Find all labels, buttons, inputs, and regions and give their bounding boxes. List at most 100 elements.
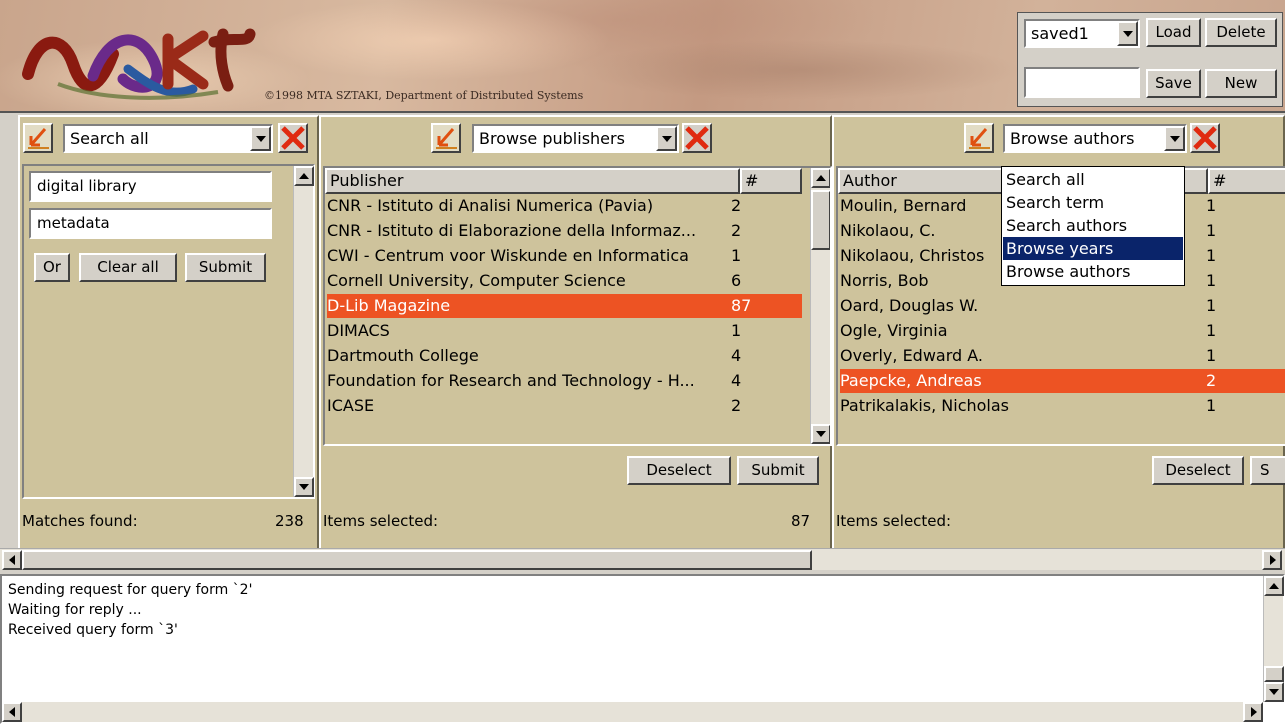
scroll-right-icon[interactable] — [1262, 550, 1282, 570]
chevron-down-icon[interactable] — [656, 126, 677, 151]
author-row[interactable]: Patrikalakis, Nicholas 1 — [840, 394, 1285, 418]
search-panel: Search all digital library metadata Or C… — [18, 115, 319, 569]
dropdown-option-search-term[interactable]: Search term — [1003, 191, 1183, 214]
banner: ©1998 MTA SZTAKI, Department of Distribu… — [0, 0, 1285, 113]
publisher-row[interactable]: CNR - Istituto di Elaborazione della Inf… — [327, 219, 802, 243]
scroll-up-icon[interactable] — [811, 168, 830, 188]
publisher-row[interactable]: ICASE 2 — [327, 394, 802, 418]
log-area[interactable]: Sending request for query form `2' Waiti… — [0, 574, 1285, 724]
scroll-down-icon[interactable] — [811, 424, 830, 444]
search-term-input-1[interactable]: digital library — [29, 171, 272, 202]
publisher-count: 87 — [731, 296, 752, 315]
log-horizontal-scrollbar[interactable] — [2, 702, 1263, 722]
author-count: 1 — [1206, 396, 1217, 415]
matches-label: Matches found: — [22, 512, 138, 530]
scroll-up-icon[interactable] — [1264, 576, 1284, 596]
load-button[interactable]: Load — [1146, 18, 1201, 47]
chevron-down-icon[interactable] — [1164, 126, 1185, 151]
author-count-header[interactable]: # — [1208, 168, 1285, 194]
dropdown-option-search-authors[interactable]: Search authors — [1003, 214, 1183, 237]
publisher-name: D-Lib Magazine — [327, 296, 451, 315]
publishers-panel: Browse publishers Publisher # CNR - Isti… — [319, 115, 832, 569]
or-button[interactable]: Or — [34, 253, 70, 282]
scroll-thumb[interactable] — [1264, 666, 1284, 682]
collapse-arrow-icon[interactable] — [23, 123, 53, 153]
collapse-arrow-icon[interactable] — [431, 123, 461, 153]
publisher-count-header[interactable]: # — [740, 168, 802, 194]
scroll-thumb[interactable] — [22, 550, 812, 570]
close-icon[interactable] — [1190, 123, 1220, 153]
collapse-arrow-icon[interactable] — [964, 123, 994, 153]
submit-button[interactable]: Submit — [737, 456, 819, 485]
scroll-up-icon[interactable] — [294, 166, 314, 186]
publisher-row[interactable]: CNR - Istituto di Analisi Numerica (Pavi… — [327, 194, 802, 218]
close-icon[interactable] — [682, 123, 712, 153]
scroll-down-icon[interactable] — [294, 477, 314, 497]
dropdown-option-browse-authors[interactable]: Browse authors — [1003, 260, 1183, 283]
publisher-row[interactable]: Foundation for Research and Technology -… — [327, 369, 802, 393]
publisher-count: 1 — [731, 321, 742, 340]
copyright-text: ©1998 MTA SZTAKI, Department of Distribu… — [264, 89, 584, 102]
chevron-down-icon[interactable] — [1117, 21, 1138, 46]
author-row[interactable]: Ogle, Virginia 1 — [840, 319, 1285, 343]
authors-status: Items selected: — [836, 512, 1281, 530]
publisher-count: 4 — [731, 346, 742, 365]
publisher-row[interactable]: Dartmouth College 4 — [327, 344, 802, 368]
scroll-left-icon[interactable] — [2, 550, 22, 570]
new-button[interactable]: New — [1205, 69, 1277, 98]
clear-all-button[interactable]: Clear all — [79, 253, 177, 282]
items-selected-count: 87 — [791, 512, 811, 530]
scroll-thumb[interactable] — [811, 190, 830, 250]
author-row[interactable]: Paepcke, Andreas 2 — [840, 369, 1285, 393]
author-name: Nikolaou, Christos — [840, 246, 985, 265]
publisher-row[interactable]: DIMACS 1 — [327, 319, 802, 343]
scroll-left-icon[interactable] — [2, 702, 22, 722]
saved-query-select[interactable]: saved1 — [1024, 19, 1140, 48]
publisher-name: DIMACS — [327, 321, 390, 340]
close-icon[interactable] — [278, 123, 308, 153]
author-count: 2 — [1206, 371, 1217, 390]
matches-status: Matches found: 238 — [22, 512, 317, 530]
items-selected-label: Items selected: — [323, 512, 439, 530]
author-name: Overly, Edward A. — [840, 346, 984, 365]
publisher-name: Dartmouth College — [327, 346, 479, 365]
authors-mode-dropdown[interactable]: Search all Search term Search authors Br… — [1001, 166, 1185, 286]
submit-button[interactable]: S — [1250, 456, 1285, 485]
author-name: Paepcke, Andreas — [840, 371, 982, 390]
author-row[interactable]: Oard, Douglas W. 1 — [840, 294, 1285, 318]
dropdown-option-browse-years[interactable]: Browse years — [1003, 237, 1183, 260]
publisher-count: 4 — [731, 371, 742, 390]
author-count: 1 — [1206, 221, 1217, 240]
delete-button[interactable]: Delete — [1205, 18, 1277, 47]
deselect-button[interactable]: Deselect — [1152, 456, 1244, 485]
publishers-vertical-scrollbar[interactable] — [810, 168, 830, 444]
author-row[interactable]: Overly, Edward A. 1 — [840, 344, 1285, 368]
chevron-down-icon[interactable] — [250, 126, 271, 151]
publishers-mode-select[interactable]: Browse publishers — [472, 124, 679, 153]
nqki-logo — [22, 28, 256, 100]
matches-count: 238 — [275, 512, 304, 530]
query-name-input[interactable] — [1024, 67, 1140, 98]
log-vertical-scrollbar[interactable] — [1263, 576, 1284, 702]
author-name: Ogle, Virginia — [840, 321, 948, 340]
deselect-button[interactable]: Deselect — [627, 456, 731, 485]
dropdown-option-search-all[interactable]: Search all — [1003, 168, 1183, 191]
publisher-name: CWI - Centrum voor Wiskunde en Informati… — [327, 246, 689, 265]
author-name: Nikolaou, C. — [840, 221, 936, 240]
publisher-row[interactable]: D-Lib Magazine 87 — [327, 294, 802, 318]
search-term-input-2[interactable]: metadata — [29, 208, 272, 239]
scroll-down-icon[interactable] — [1264, 682, 1284, 702]
search-mode-select[interactable]: Search all — [63, 124, 273, 153]
author-name: Patrikalakis, Nicholas — [840, 396, 1010, 415]
save-button[interactable]: Save — [1146, 69, 1201, 98]
search-vertical-scrollbar[interactable] — [293, 166, 314, 497]
publisher-column-header[interactable]: Publisher — [325, 168, 740, 194]
panels-horizontal-scrollbar[interactable] — [0, 548, 1285, 570]
submit-button[interactable]: Submit — [185, 253, 266, 282]
publishers-status: Items selected: 87 — [323, 512, 828, 530]
publisher-name: Foundation for Research and Technology -… — [327, 371, 695, 390]
publisher-row[interactable]: CWI - Centrum voor Wiskunde en Informati… — [327, 244, 802, 268]
publisher-row[interactable]: Cornell University, Computer Science 6 — [327, 269, 802, 293]
authors-mode-select[interactable]: Browse authors — [1003, 124, 1187, 153]
scroll-right-icon[interactable] — [1243, 702, 1263, 722]
